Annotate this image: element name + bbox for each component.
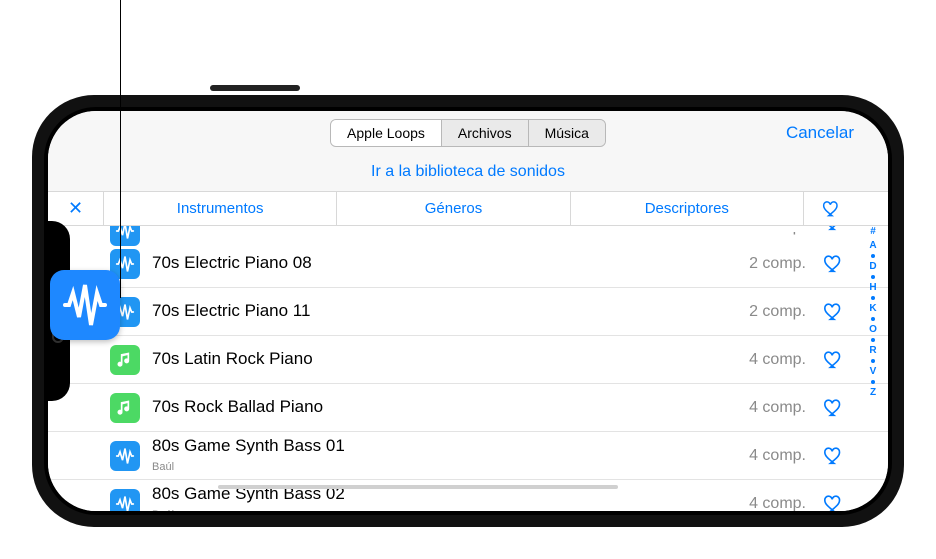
heart-icon <box>822 199 842 219</box>
favorite-button[interactable] <box>820 226 848 236</box>
index-dot[interactable] <box>871 380 875 384</box>
horizontal-scroll-indicator[interactable] <box>218 485 618 489</box>
phone-bezel: Apple Loops Archivos Música Cancelar Ir … <box>44 107 892 515</box>
loop-length: 4 comp. <box>749 447 806 465</box>
index-char[interactable]: A <box>869 240 876 251</box>
filter-spacer <box>860 192 888 225</box>
midi-note-icon <box>110 393 140 423</box>
list-item[interactable]: 70s Electric Piano 11 2 comp. <box>48 288 888 336</box>
tab-musica[interactable]: Música <box>529 120 605 146</box>
favorite-button[interactable] <box>820 490 848 511</box>
screen: Apple Loops Archivos Música Cancelar Ir … <box>48 111 888 511</box>
index-dot[interactable] <box>871 317 875 321</box>
index-char[interactable]: # <box>870 226 876 237</box>
loop-title: 70s Electric Piano 06 <box>152 226 312 227</box>
index-dot[interactable] <box>871 359 875 363</box>
filter-favorites[interactable] <box>804 192 860 225</box>
loop-list[interactable]: 70s Electric Piano 06 2 comp. 70s Electr… <box>48 226 888 511</box>
dragged-loop-icon[interactable] <box>50 270 120 340</box>
filter-bar: ✕ Instrumentos Géneros Descriptores <box>48 192 888 226</box>
loop-length: 4 comp. <box>749 495 806 511</box>
index-char[interactable]: H <box>869 282 876 293</box>
index-dot[interactable] <box>871 296 875 300</box>
loop-title: 70s Latin Rock Piano <box>152 349 313 368</box>
index-char[interactable]: O <box>869 324 877 335</box>
favorite-button[interactable] <box>820 442 848 470</box>
index-char[interactable]: V <box>870 366 877 377</box>
index-char[interactable]: R <box>869 345 876 356</box>
audio-wave-icon <box>61 281 109 329</box>
loop-length: 2 comp. <box>749 303 806 321</box>
favorite-button[interactable] <box>820 298 848 326</box>
filter-generos[interactable]: Géneros <box>337 192 570 225</box>
loop-length: 4 comp. <box>749 351 806 369</box>
phone-frame: Apple Loops Archivos Música Cancelar Ir … <box>32 95 904 527</box>
index-char[interactable]: D <box>869 261 876 272</box>
loop-subtitle: Baúl <box>152 509 174 511</box>
loop-title: 70s Electric Piano 08 <box>152 253 312 272</box>
audio-wave-icon <box>110 441 140 471</box>
filter-instrumentos[interactable]: Instrumentos <box>104 192 337 225</box>
loop-title: 70s Electric Piano 11 <box>152 301 310 320</box>
midi-note-icon <box>110 345 140 375</box>
index-dot[interactable] <box>871 338 875 342</box>
index-char[interactable]: K <box>869 303 876 314</box>
favorite-button[interactable] <box>820 394 848 422</box>
tab-archivos[interactable]: Archivos <box>442 120 529 146</box>
filter-close-button[interactable]: ✕ <box>48 192 104 225</box>
loop-subtitle: Baúl <box>152 461 174 473</box>
sound-library-link[interactable]: Ir a la biblioteca de sonidos <box>48 155 888 192</box>
index-dot[interactable] <box>871 275 875 279</box>
loop-title: 80s Game Synth Bass 01 <box>152 436 345 455</box>
loop-length: 4 comp. <box>749 399 806 417</box>
list-item[interactable]: 70s Electric Piano 08 2 comp. <box>48 240 888 288</box>
alphabet-index[interactable]: # A D H K O R V Z <box>866 226 880 398</box>
list-item[interactable]: 70s Rock Ballad Piano 4 comp. <box>48 384 888 432</box>
index-dot[interactable] <box>871 254 875 258</box>
audio-wave-icon <box>110 489 140 511</box>
segmented-control: Apple Loops Archivos Música <box>330 119 606 147</box>
loop-length: 2 comp. <box>749 226 806 236</box>
callout-line <box>120 0 121 298</box>
cancel-button[interactable]: Cancelar <box>786 111 854 155</box>
tab-apple-loops[interactable]: Apple Loops <box>331 120 442 146</box>
favorite-button[interactable] <box>820 346 848 374</box>
list-item[interactable]: 80s Game Synth Bass 01 Baúl 4 comp. <box>48 432 888 480</box>
phone-side-button <box>210 85 300 91</box>
loop-length: 2 comp. <box>749 255 806 273</box>
loop-title: 70s Rock Ballad Piano <box>152 397 323 416</box>
filter-descriptores[interactable]: Descriptores <box>571 192 804 225</box>
list-item[interactable]: 70s Latin Rock Piano 4 comp. <box>48 336 888 384</box>
list-item[interactable]: 70s Electric Piano 06 2 comp. <box>48 226 888 240</box>
top-bar: Apple Loops Archivos Música Cancelar <box>48 111 888 155</box>
favorite-button[interactable] <box>820 250 848 278</box>
index-char[interactable]: Z <box>870 387 876 398</box>
